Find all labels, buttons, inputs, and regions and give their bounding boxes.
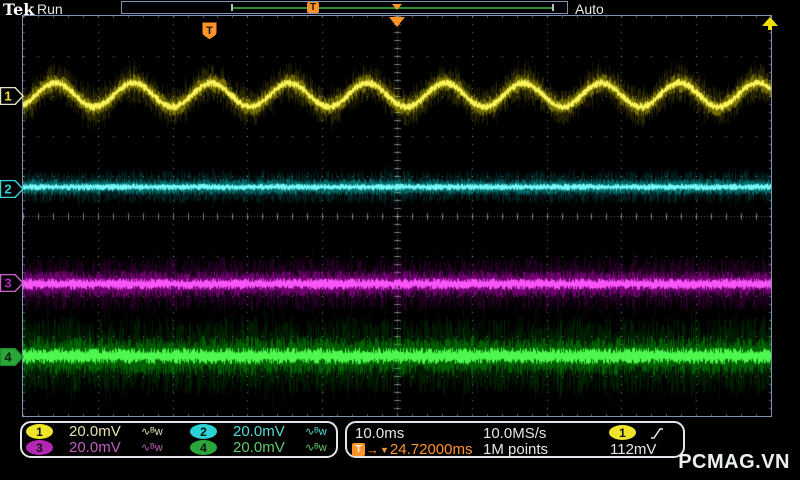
graticule xyxy=(22,15,772,417)
trigger-position-icon xyxy=(389,17,405,27)
trigger-level-value: 112mV xyxy=(610,441,656,458)
horizontal-readout-row: 10.0ms 10.0MS/s 1 xyxy=(347,425,683,441)
channel-1-readout: 1 20.0mV ∿ᴮw xyxy=(22,424,179,440)
channel-3-marker: 3 xyxy=(0,274,24,292)
watermark: PCMAG.VN xyxy=(678,451,790,474)
trigger-delay-group: T→▼24.72000ms xyxy=(352,441,472,458)
record-length: 1M points xyxy=(483,441,548,458)
channel-2-badge[interactable]: 2 xyxy=(190,424,217,439)
channel-4-readout: 4 20.0mV ∿ᴮw xyxy=(179,440,336,456)
oscilloscope-screen: Tek Run T Auto T 1 2 3 xyxy=(0,0,800,480)
channel-4-marker: 4 xyxy=(0,348,24,366)
channel-1-badge[interactable]: 1 xyxy=(26,424,53,439)
trigger-position-mini-icon xyxy=(392,4,402,10)
trigger-time-badge: T xyxy=(202,22,217,40)
channel-1-coupling-bandwidth-icon: ∿ᴮw xyxy=(141,425,163,438)
acquisition-preview-bar: T xyxy=(121,1,568,14)
rising-edge-icon xyxy=(650,426,664,440)
channel-readouts-box: 1 20.0mV ∿ᴮw 2 20.0mV ∿ᴮw 3 20.0mV ∿ᴮw 4… xyxy=(20,421,338,458)
horizontal-trigger-readouts-box: 10.0ms 10.0MS/s 1 T→▼24.72000ms 1M point… xyxy=(345,421,685,458)
channel-2-readout: 2 20.0mV ∿ᴮw xyxy=(179,424,336,440)
sample-rate: 10.0MS/s xyxy=(483,425,546,442)
trigger-source-group: 1 xyxy=(609,425,664,440)
trigger-badge-letter: T xyxy=(206,25,213,37)
channel-3-coupling-bandwidth-icon: ∿ᴮw xyxy=(141,441,163,454)
channel-2-marker: 2 xyxy=(0,180,24,198)
channel-2-scale: 20.0mV xyxy=(233,423,305,440)
triangle-down-icon: ▼ xyxy=(380,445,389,455)
svg-text:4: 4 xyxy=(4,350,12,365)
channel-4-scale: 20.0mV xyxy=(233,439,305,456)
svg-text:2: 2 xyxy=(4,182,11,197)
channel-1-marker: 1 xyxy=(0,87,24,105)
channel-3-badge[interactable]: 3 xyxy=(26,440,53,455)
trigger-level-arrow-stem xyxy=(768,26,772,30)
channel-3-scale: 20.0mV xyxy=(69,439,141,456)
horizontal-scale: 10.0ms xyxy=(355,425,404,442)
trigger-level-offscreen-arrow-icon xyxy=(762,17,778,26)
svg-text:1: 1 xyxy=(4,89,11,104)
trigger-delay-value: 24.72000ms xyxy=(390,441,473,458)
acq-window-right-bracket xyxy=(552,4,554,11)
arrow-right-icon: → xyxy=(366,442,379,457)
channel-4-coupling-bandwidth-icon: ∿ᴮw xyxy=(305,441,327,454)
trigger-readout-row: T→▼24.72000ms 1M points 112mV xyxy=(347,441,683,457)
trigger-t-icon: T xyxy=(352,443,365,456)
channel-1-scale: 20.0mV xyxy=(69,423,141,440)
waveform-display xyxy=(23,16,771,416)
trigger-source-badge[interactable]: 1 xyxy=(609,425,636,440)
channel-4-badge[interactable]: 4 xyxy=(190,440,217,455)
expansion-point-marker-icon: T xyxy=(307,2,319,13)
channel-3-readout: 3 20.0mV ∿ᴮw xyxy=(22,440,179,456)
svg-text:3: 3 xyxy=(4,276,11,291)
channel-2-coupling-bandwidth-icon: ∿ᴮw xyxy=(305,425,327,438)
